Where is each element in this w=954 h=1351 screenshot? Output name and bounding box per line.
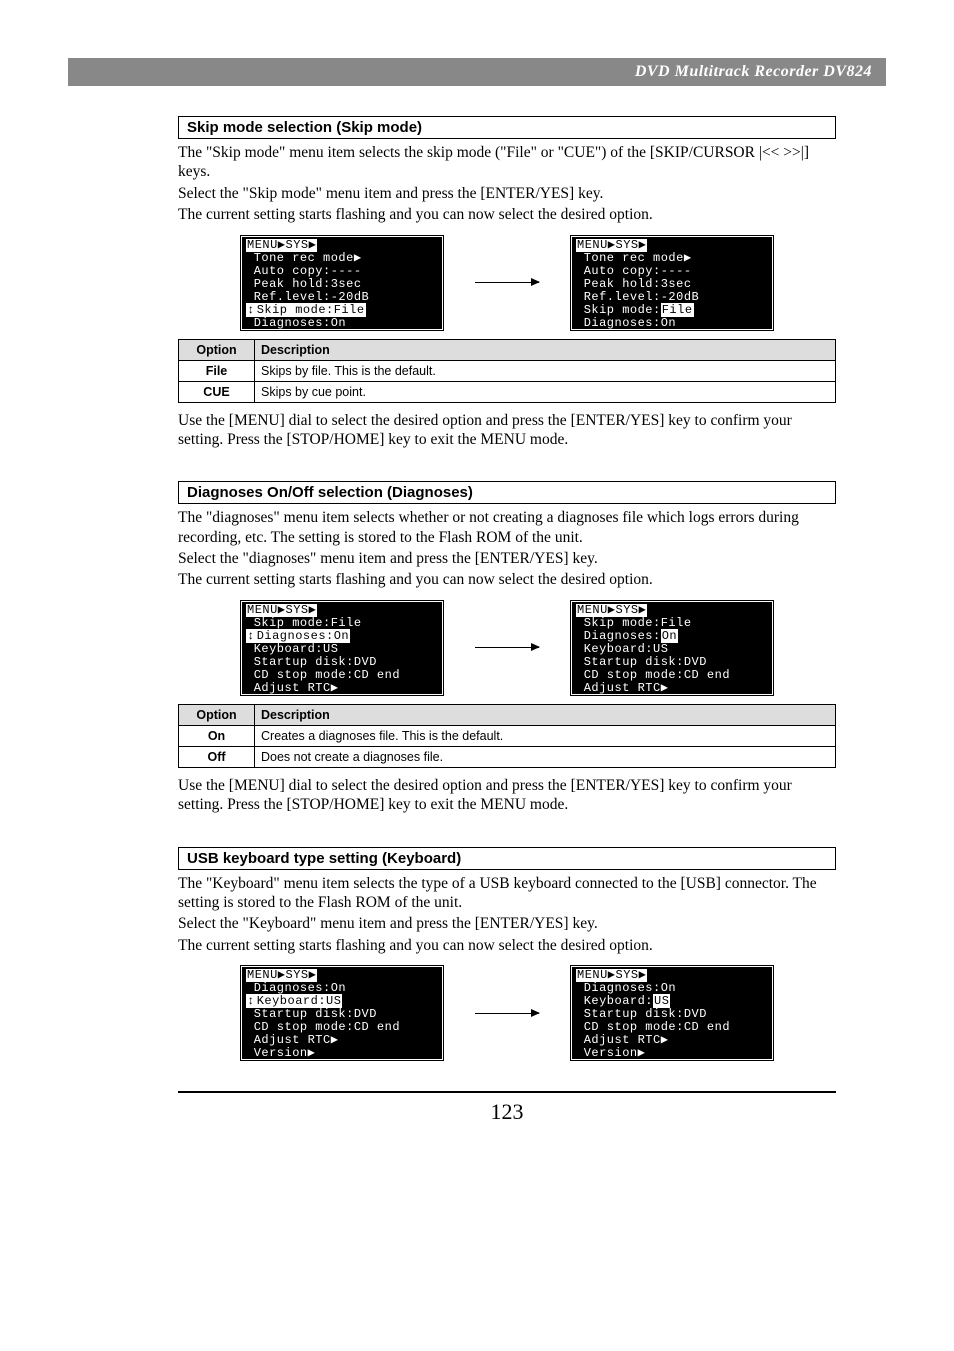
- section-title-skip-mode: Skip mode selection (Skip mode): [178, 116, 836, 139]
- section1-lcd-row: MENU▶SYS▶ Tone rec mode▶ Auto copy:---- …: [178, 235, 836, 331]
- header-title: DVD Multitrack Recorder DV824: [635, 63, 872, 81]
- section2-p2: Select the "diagnoses" menu item and pre…: [178, 549, 836, 568]
- lcd-screen-left: MENU▶SYS▶ Diagnoses:On ↕Keyboard:US Star…: [240, 965, 444, 1061]
- section3-p1: The "Keyboard" menu item selects the typ…: [178, 874, 836, 913]
- arrow-icon: [472, 1013, 542, 1014]
- section2-p3: The current setting starts flashing and …: [178, 570, 836, 589]
- section-title-keyboard: USB keyboard type setting (Keyboard): [178, 847, 836, 870]
- page-number: 123: [178, 1091, 836, 1125]
- section3-p3: The current setting starts flashing and …: [178, 936, 836, 955]
- header-bar: DVD Multitrack Recorder DV824: [68, 58, 886, 86]
- section1-p1: The "Skip mode" menu item selects the sk…: [178, 143, 836, 182]
- arrow-icon: [472, 282, 542, 283]
- section-title-diagnoses: Diagnoses On/Off selection (Diagnoses): [178, 481, 836, 504]
- section2-lcd-row: MENU▶SYS▶ Skip mode:File ↕Diagnoses:On K…: [178, 600, 836, 696]
- section1-p3: The current setting starts flashing and …: [178, 205, 836, 224]
- section1-p2: Select the "Skip mode" menu item and pre…: [178, 184, 836, 203]
- lcd-screen-left: MENU▶SYS▶ Tone rec mode▶ Auto copy:---- …: [240, 235, 444, 331]
- lcd-screen-right: MENU▶SYS▶ Skip mode:File Diagnoses:On Ke…: [570, 600, 774, 696]
- lcd-screen-left: MENU▶SYS▶ Skip mode:File ↕Diagnoses:On K…: [240, 600, 444, 696]
- section3-p2: Select the "Keyboard" menu item and pres…: [178, 914, 836, 933]
- lcd-screen-right: MENU▶SYS▶ Diagnoses:On Keyboard:US Start…: [570, 965, 774, 1061]
- arrow-icon: [472, 647, 542, 648]
- section2-p1: The "diagnoses" menu item selects whethe…: [178, 508, 836, 547]
- page-content: Skip mode selection (Skip mode) The "Ski…: [68, 116, 886, 1061]
- section2-options-table: OptionDescription OnCreates a diagnoses …: [178, 704, 836, 768]
- section1-options-table: OptionDescription FileSkips by file. Thi…: [178, 339, 836, 403]
- section2-confirm: Use the [MENU] dial to select the desire…: [178, 776, 836, 815]
- lcd-screen-right: MENU▶SYS▶ Tone rec mode▶ Auto copy:---- …: [570, 235, 774, 331]
- section1-confirm: Use the [MENU] dial to select the desire…: [178, 411, 836, 450]
- section3-lcd-row: MENU▶SYS▶ Diagnoses:On ↕Keyboard:US Star…: [178, 965, 836, 1061]
